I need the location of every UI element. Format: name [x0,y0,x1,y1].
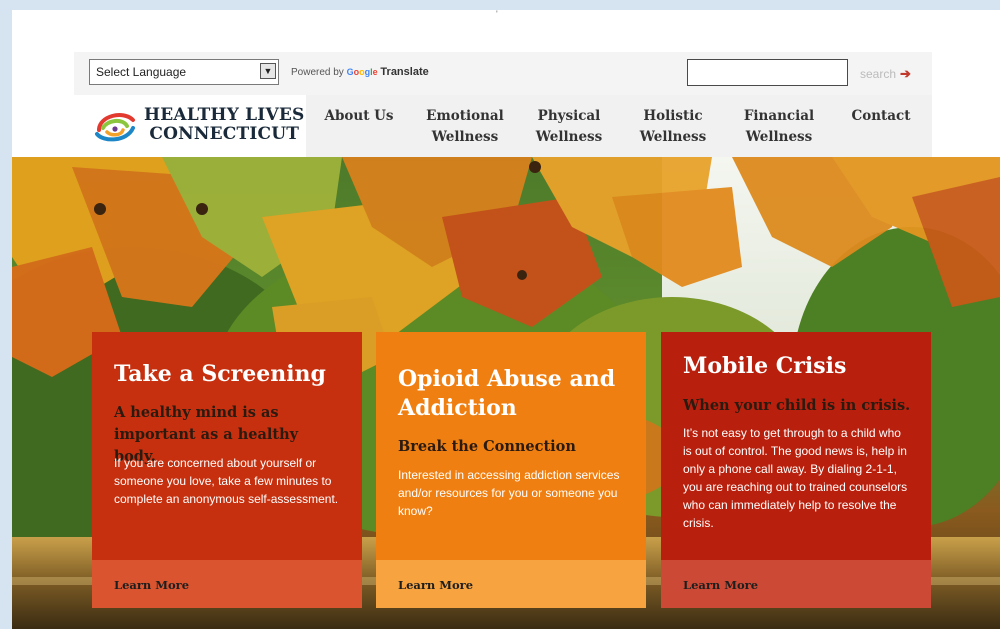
chevron-down-icon[interactable]: ▼ [260,63,276,79]
language-select[interactable]: Select Language ▼ [89,59,279,85]
card-body: It’s not easy to get through to a child … [683,426,908,530]
card-title: Opioid Abuse and Addiction [398,366,616,421]
language-select-value: Select Language [96,65,187,79]
nav-menu: About Us Emotional Wellness Physical Wel… [306,95,932,157]
card-subtitle: Break the Connection [398,438,576,455]
logo-swirl-icon [95,113,135,142]
powered-by-google-translate[interactable]: Powered by Google Translate [291,66,429,78]
nav-item-about-us[interactable]: About Us [324,106,394,127]
card-body: If you are concerned about yourself or s… [114,456,339,506]
powered-by-label: Powered by [291,67,344,78]
arrow-right-icon: ➔ [900,66,911,81]
page: ' Select Language ▼ Powered by Google Tr… [12,10,1000,629]
card-body: Interested in accessing addiction servic… [398,468,620,518]
learn-more-link[interactable]: Learn More [661,560,931,608]
card-title: Take a Screening [114,361,326,387]
site-logo[interactable]: HEALTHY LIVES CONNECTICUT [74,95,306,157]
search-button-label: search [860,67,897,81]
utility-bar: Select Language ▼ Powered by Google Tran… [74,52,932,95]
translate-label: Translate [380,66,429,78]
nav-item-holistic-wellness[interactable]: Holistic Wellness [638,106,708,148]
nav-item-emotional-wellness[interactable]: Emotional Wellness [424,106,506,148]
logo-line-1: HEALTHY LIVES [144,105,305,125]
search-button[interactable]: search ➔ [860,66,911,82]
card-opioid-abuse: Opioid Abuse and Addiction Break the Con… [376,332,646,608]
nav-item-contact[interactable]: Contact [848,106,914,127]
nav-item-physical-wellness[interactable]: Physical Wellness [534,106,604,148]
nav-item-financial-wellness[interactable]: Financial Wellness [741,106,817,148]
main-nav: HEALTHY LIVES CONNECTICUT About Us Emoti… [74,95,932,157]
learn-more-link[interactable]: Learn More [92,560,362,608]
card-take-a-screening: Take a Screening A healthy mind is as im… [92,332,362,608]
logo-line-2: CONNECTICUT [149,124,300,144]
card-title: Mobile Crisis [683,353,847,379]
learn-more-link[interactable]: Learn More [376,560,646,608]
logo-text: HEALTHY LIVES CONNECTICUT [144,106,304,144]
card-mobile-crisis: Mobile Crisis When your child is in cris… [661,332,931,608]
search-input[interactable] [687,59,848,86]
card-subtitle: When your child is in crisis. [683,397,911,414]
stray-mark: ' [496,10,498,19]
google-logo: Google [346,67,378,77]
